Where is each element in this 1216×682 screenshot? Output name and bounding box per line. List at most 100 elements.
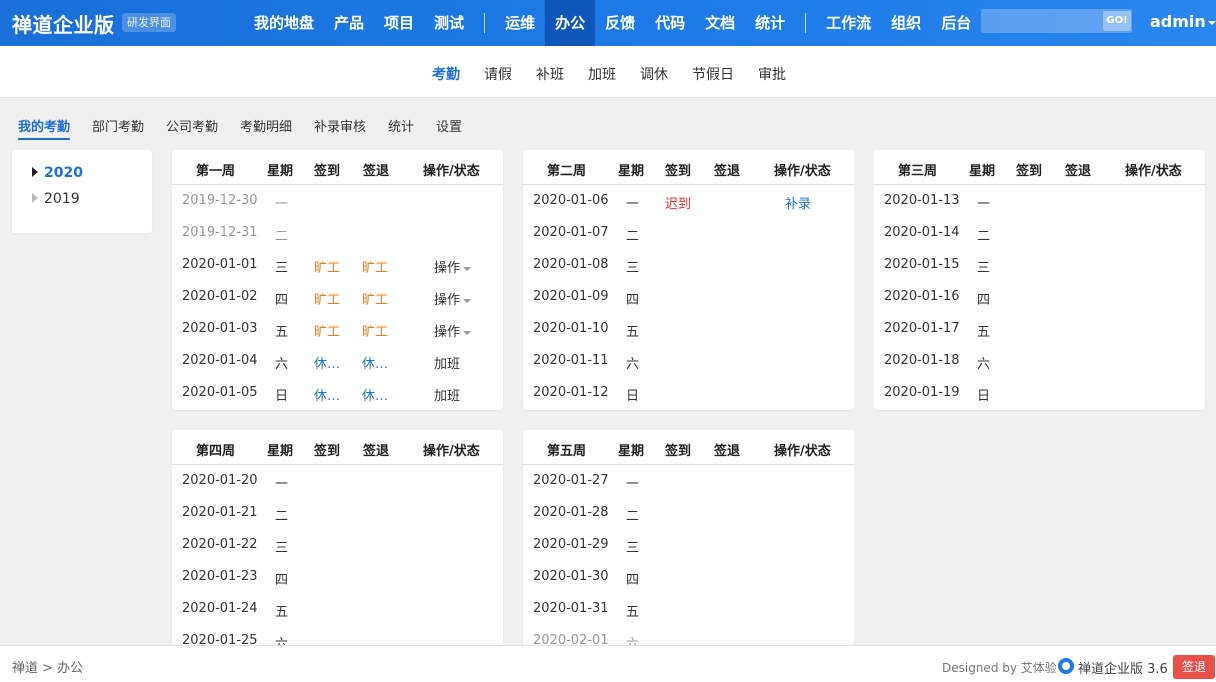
col-weekday: 星期: [618, 164, 645, 179]
weekday-cell: 三: [626, 261, 640, 276]
nav-doc[interactable]: 文档: [695, 0, 745, 46]
weekday-cell: 四: [275, 573, 289, 588]
op-status-cell[interactable]: 操作: [434, 289, 471, 308]
subnav-attendance[interactable]: 考勤: [432, 64, 460, 84]
top-header: 禅道企业版 研发界面 我的地盘 产品 项目 测试 运维 办公 反馈 代码 文档 …: [0, 0, 1216, 46]
nav-admin[interactable]: 后台: [931, 0, 981, 46]
nav-office[interactable]: 办公: [545, 0, 596, 46]
op-status-cell[interactable]: 操作: [434, 321, 471, 340]
signin-cell: 旷工: [314, 293, 341, 308]
attendance-row: 2020-01-18 六: [874, 345, 1205, 377]
breadcrumb[interactable]: 禅道 > 办公: [12, 657, 83, 676]
op-status-cell[interactable]: 补录: [785, 193, 811, 212]
subnav-leave[interactable]: 请假: [484, 64, 512, 84]
tab-makeup-review[interactable]: 补录审核: [314, 116, 366, 135]
date-cell: 2020-01-03: [182, 321, 258, 336]
col-signout: 签退: [1065, 164, 1092, 179]
nav-ops[interactable]: 运维: [495, 0, 545, 46]
main-nav: 我的地盘 产品 项目 测试 运维 办公 反馈 代码 文档 统计 工作流 组织 后…: [244, 0, 981, 46]
nav-workflow[interactable]: 工作流: [816, 0, 881, 46]
week-card: 第三周 星期 签到 签退 操作/状态 2020-01-13 一 2020-01-14 二 2020…: [874, 150, 1205, 410]
nav-qa[interactable]: 测试: [424, 0, 474, 46]
tab-company-attendance[interactable]: 公司考勤: [166, 116, 218, 135]
footer: 禅道 > 办公 Designed by 艾体验 禅道企业版 3.6 签退: [0, 645, 1216, 682]
nav-product[interactable]: 产品: [324, 0, 374, 46]
nav-my[interactable]: 我的地盘: [244, 0, 324, 46]
attendance-row: 2020-01-08 三: [523, 249, 854, 281]
caret-right-icon: [32, 193, 38, 203]
active-tab-indicator: [18, 138, 70, 140]
subnav-lieu[interactable]: 调休: [640, 64, 668, 84]
attendance-row: 2020-01-29 三: [523, 529, 854, 561]
brand-logo[interactable]: 禅道企业版: [12, 9, 115, 38]
nav-divider: [484, 13, 486, 33]
weekday-cell: 日: [977, 389, 991, 404]
signout-button[interactable]: 签退: [1173, 655, 1215, 679]
weekday-cell: 六: [275, 357, 289, 372]
tab-dept-attendance[interactable]: 部门考勤: [92, 116, 144, 135]
attendance-row: 2020-01-04 六 休… 休… 加班: [172, 345, 503, 377]
user-name: admin: [1150, 12, 1206, 31]
year-sidebar: 2020 2019: [12, 150, 152, 233]
nav-project[interactable]: 项目: [374, 0, 424, 46]
date-cell: 2020-01-20: [182, 473, 258, 488]
tab-attendance-detail[interactable]: 考勤明细: [240, 116, 292, 135]
weekday-cell: 六: [977, 357, 991, 372]
attendance-row: 2020-01-24 五: [172, 593, 503, 625]
date-cell: 2020-01-06: [533, 193, 609, 208]
subnav-makeup[interactable]: 补班: [536, 64, 564, 84]
date-cell: 2020-01-30: [533, 569, 609, 584]
signout-cell: 休…: [362, 389, 389, 404]
col-signin: 签到: [665, 444, 692, 459]
col-signin: 签到: [314, 164, 341, 179]
week-card-header: 第三周 星期 签到 签退 操作/状态: [874, 150, 1205, 185]
weekday-cell: 六: [626, 357, 640, 372]
op-status-cell[interactable]: 操作: [434, 257, 471, 276]
weekday-cell: 四: [626, 293, 640, 308]
year-item-2019[interactable]: 2019: [44, 191, 80, 207]
subnav-review[interactable]: 审批: [758, 64, 786, 84]
tab-settings[interactable]: 设置: [436, 116, 462, 135]
attendance-row: 2020-01-05 日 休… 休… 加班: [172, 377, 503, 409]
date-cell: 2020-01-16: [884, 289, 960, 304]
op-status-cell[interactable]: 加班: [434, 385, 460, 404]
tab-my-attendance[interactable]: 我的考勤: [18, 116, 70, 135]
date-cell: 2020-01-19: [884, 385, 960, 400]
weekday-cell: 四: [626, 573, 640, 588]
nav-feedback[interactable]: 反馈: [595, 0, 645, 46]
caret-right-icon: [32, 167, 38, 177]
nav-report[interactable]: 统计: [745, 0, 795, 46]
week-card-header: 第五周 星期 签到 签退 操作/状态: [523, 430, 854, 465]
col-weekday: 星期: [267, 444, 294, 459]
date-cell: 2020-01-17: [884, 321, 960, 336]
attendance-row: 2020-01-28 二: [523, 497, 854, 529]
attendance-row: 2020-01-06 一 迟到 补录: [523, 185, 854, 217]
tab-stat[interactable]: 统计: [388, 116, 414, 135]
signin-cell: 休…: [314, 389, 341, 404]
attendance-row: 2020-01-15 三: [874, 249, 1205, 281]
dev-interface-badge[interactable]: 研发界面: [122, 13, 176, 32]
signout-cell: 旷工: [362, 261, 389, 276]
office-subnav: 考勤 请假 补班 加班 调休 节假日 审批: [0, 46, 1216, 98]
op-status-cell[interactable]: 加班: [434, 353, 460, 372]
zentao-logo-icon: [1058, 658, 1074, 674]
search-go-button[interactable]: GO!: [1103, 11, 1131, 31]
version-label[interactable]: 禅道企业版 3.6: [1078, 658, 1168, 677]
subnav-holiday[interactable]: 节假日: [692, 64, 734, 84]
date-cell: 2020-01-04: [182, 353, 258, 368]
signin-cell: 旷工: [314, 325, 341, 340]
weekday-cell: 二: [626, 509, 640, 524]
col-weekday: 星期: [618, 444, 645, 459]
designed-by[interactable]: Designed by 艾体验: [942, 659, 1057, 676]
nav-org[interactable]: 组织: [881, 0, 931, 46]
col-weekday: 星期: [267, 164, 294, 179]
attendance-row: 2020-02-01 六: [523, 625, 854, 646]
weekday-cell: 三: [626, 541, 640, 556]
year-item-2020[interactable]: 2020: [44, 165, 83, 181]
weekday-cell: 五: [275, 605, 289, 620]
user-menu[interactable]: admin: [1150, 12, 1216, 31]
subnav-overtime[interactable]: 加班: [588, 64, 616, 84]
nav-code[interactable]: 代码: [645, 0, 695, 46]
signout-cell: 旷工: [362, 325, 389, 340]
col-signin: 签到: [314, 444, 341, 459]
